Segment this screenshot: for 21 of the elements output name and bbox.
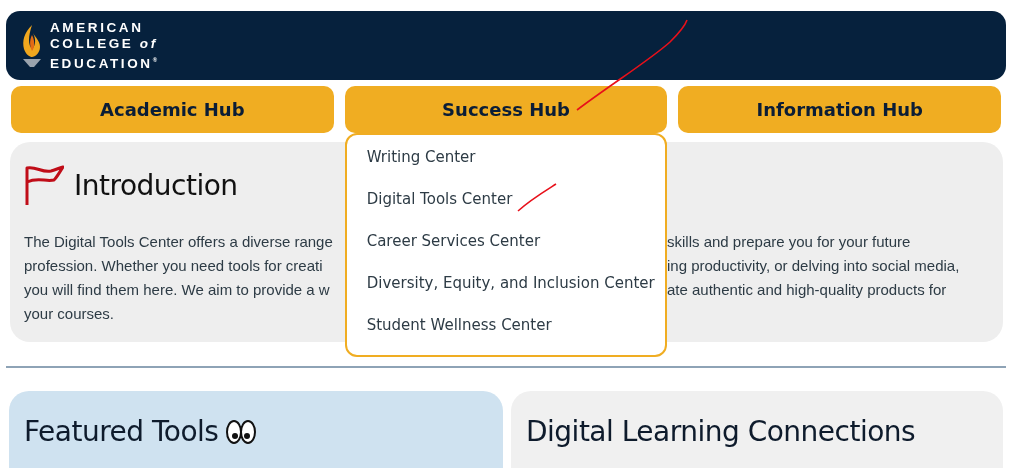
section-heading: Featured Tools: [24, 415, 219, 448]
intro-text: you will find them here. We aim to provide a w: [24, 280, 330, 300]
section-heading: Digital Learning Connections: [526, 415, 916, 448]
intro-text: skills and prepare you for your future: [667, 232, 911, 252]
intro-text: The Digital Tools Center offers a diverse range: [24, 232, 333, 252]
menu-item[interactable]: Digital Tools Center: [366, 187, 513, 229]
menu-item[interactable]: Student Wellness Center: [366, 313, 552, 355]
menu-item[interactable]: Diversity, Equity, and Inclusion Center: [366, 271, 655, 313]
hub-tab[interactable]: Information Hub: [678, 86, 1001, 133]
intro-text: ate authentic and high-quality products for: [667, 280, 947, 300]
intro-text: profession. Whether you need tools for creati: [24, 256, 323, 276]
hub-tab[interactable]: Academic Hub: [11, 86, 334, 133]
section-heading: Introduction: [74, 168, 238, 202]
intro-text: ing productivity, or delving into social media,: [667, 256, 960, 276]
intro-text: your courses.: [24, 304, 115, 324]
menu-item[interactable]: Career Services Center: [366, 229, 541, 271]
menu-item[interactable]: Writing Center: [366, 145, 476, 187]
hub-tab[interactable]: Success Hub: [344, 86, 668, 133]
logo-text: EDUCATION$^{®}$: [50, 54, 158, 72]
logo-text: AMERICAN: [50, 19, 145, 36]
logo-text: COLLEGE of: [50, 35, 158, 52]
